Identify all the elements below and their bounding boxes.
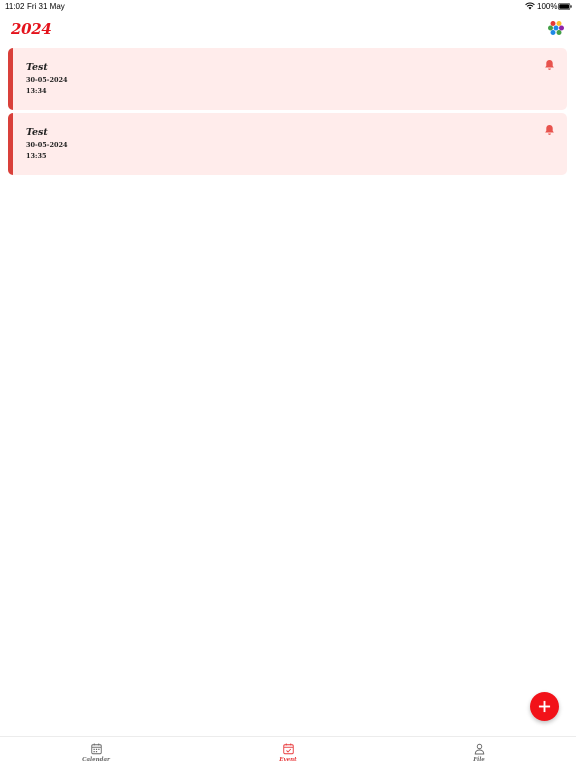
calendar-check-icon bbox=[283, 743, 294, 755]
tab-label: File bbox=[473, 757, 485, 763]
tab-event[interactable]: Event bbox=[258, 737, 318, 768]
page-title: 2024 bbox=[11, 20, 52, 38]
event-time: 13:35 bbox=[26, 152, 47, 160]
bell-icon[interactable] bbox=[544, 59, 555, 71]
event-date: 30-05-2024 bbox=[26, 141, 68, 149]
plus-icon bbox=[538, 700, 551, 713]
tab-file[interactable]: File bbox=[449, 737, 509, 768]
event-title: Test bbox=[26, 127, 48, 138]
event-card-accent bbox=[8, 113, 13, 175]
tab-calendar[interactable]: Calendar bbox=[66, 737, 126, 768]
battery-percentage: 100% bbox=[537, 2, 558, 11]
calendar-icon bbox=[91, 743, 102, 755]
colorful-dots-icon bbox=[548, 21, 564, 35]
event-card[interactable]: Test 30-05-2024 13:34 bbox=[8, 48, 567, 110]
tab-label: Event bbox=[279, 757, 297, 763]
event-card[interactable]: Test 30-05-2024 13:35 bbox=[8, 113, 567, 175]
person-icon bbox=[474, 743, 485, 755]
battery-icon bbox=[558, 3, 572, 10]
event-card-accent bbox=[8, 48, 13, 110]
bell-icon[interactable] bbox=[544, 124, 555, 136]
add-event-button[interactable] bbox=[530, 692, 559, 721]
status-bar: 11:02 Fri 31 May 100% bbox=[0, 0, 576, 13]
tab-label: Calendar bbox=[82, 757, 110, 763]
event-title: Test bbox=[26, 62, 48, 73]
tab-bar: Calendar Event File bbox=[0, 736, 576, 768]
status-date: Fri 31 May bbox=[27, 2, 65, 11]
event-time: 13:34 bbox=[26, 87, 47, 95]
menu-button[interactable] bbox=[548, 20, 564, 36]
status-time: 11:02 bbox=[5, 2, 25, 11]
wifi-icon bbox=[525, 2, 535, 10]
event-date: 30-05-2024 bbox=[26, 76, 68, 84]
